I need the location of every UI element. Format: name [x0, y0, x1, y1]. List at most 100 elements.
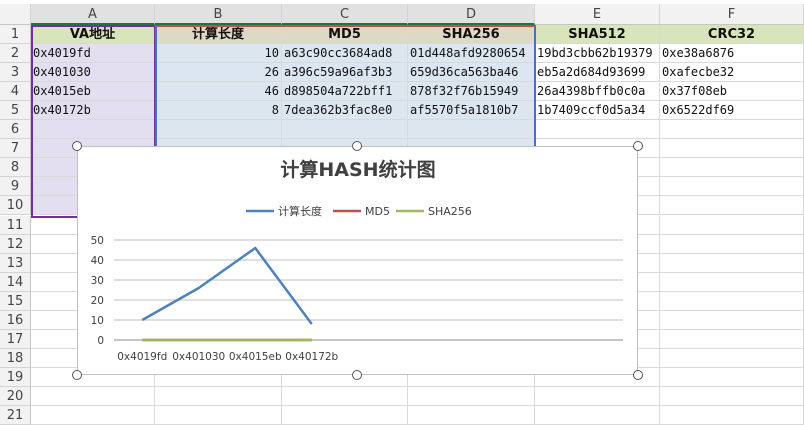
grid-cell[interactable]	[31, 406, 155, 425]
grid-cell[interactable]	[660, 234, 804, 254]
y-tick-label: 40	[91, 255, 104, 267]
row-header[interactable]: 10	[0, 196, 31, 216]
data-cell[interactable]: 10	[155, 44, 282, 64]
data-cell[interactable]: a396c59a96af3b3	[282, 63, 408, 83]
row-header[interactable]: 6	[0, 120, 31, 140]
grid-cell[interactable]	[155, 386, 282, 406]
row-header[interactable]: 21	[0, 406, 31, 425]
chart-resize-handle-tm[interactable]	[352, 141, 362, 151]
grid-cell[interactable]	[31, 386, 155, 406]
data-cell[interactable]: 46	[155, 82, 282, 102]
data-cell[interactable]: 0x4015eb	[31, 82, 155, 102]
data-cell[interactable]: a63c90cc3684ad8	[282, 44, 408, 64]
chart-object[interactable]: 计算HASH统计图 0 10 20 30 40 50 0x4019fd 0x401030 0x4…	[77, 146, 638, 375]
data-cell[interactable]: 0xe38a6876	[660, 44, 804, 64]
column-header-a[interactable]: A	[31, 4, 155, 25]
data-cell[interactable]: 0x40172b	[31, 101, 155, 121]
grid-cell[interactable]	[660, 215, 804, 235]
row-header[interactable]: 15	[0, 291, 31, 311]
grid-cell[interactable]	[535, 120, 660, 140]
grid-cell[interactable]	[660, 291, 804, 311]
data-cell[interactable]: 0xafecbe32	[660, 63, 804, 83]
data-cell[interactable]: 7dea362b3fac8e0	[282, 101, 408, 121]
row-header[interactable]: 5	[0, 101, 31, 121]
row-header[interactable]: 18	[0, 348, 31, 368]
row-header[interactable]: 13	[0, 253, 31, 273]
grid-cell[interactable]	[660, 406, 804, 425]
data-cell[interactable]: 0x4019fd	[31, 44, 155, 64]
header-cell-a[interactable]: VA地址	[31, 25, 155, 45]
data-cell[interactable]: 26a4398bffb0c0a	[535, 82, 660, 102]
row-header[interactable]: 1	[0, 25, 31, 45]
grid-cell[interactable]	[660, 177, 804, 197]
data-cell[interactable]: 1b7409ccf0d5a34	[535, 101, 660, 121]
row-header[interactable]: 19	[0, 367, 31, 387]
data-cell[interactable]: 659d36ca563ba46	[408, 63, 535, 83]
grid-cell[interactable]	[155, 406, 282, 425]
grid-cell[interactable]	[660, 253, 804, 273]
select-all-corner[interactable]	[0, 4, 31, 25]
row-header[interactable]: 17	[0, 329, 31, 349]
data-cell[interactable]: 0x37f08eb	[660, 82, 804, 102]
row-header[interactable]: 3	[0, 63, 31, 83]
grid-cell[interactable]	[660, 329, 804, 349]
x-tick-label: 0x4015eb	[229, 351, 282, 363]
data-cell[interactable]: 878f32f76b15949	[408, 82, 535, 102]
grid-cell[interactable]	[660, 272, 804, 292]
column-header-f[interactable]: F	[660, 4, 804, 25]
grid-cell[interactable]	[31, 120, 155, 140]
data-cell[interactable]: 19bd3cbb62b19379	[535, 44, 660, 64]
header-cell-e[interactable]: SHA512	[535, 25, 660, 45]
column-header-e[interactable]: E	[535, 4, 660, 25]
grid-cell[interactable]	[282, 120, 408, 140]
grid-cell[interactable]	[660, 367, 804, 387]
grid-cell[interactable]	[660, 386, 804, 406]
grid-cell[interactable]	[282, 406, 408, 425]
data-cell[interactable]: af5570f5a1810b7	[408, 101, 535, 121]
grid-cell[interactable]	[155, 120, 282, 140]
data-cell[interactable]: 01d448afd9280654	[408, 44, 535, 64]
row-header[interactable]: 11	[0, 215, 31, 235]
grid-cell[interactable]	[408, 386, 535, 406]
column-header-b[interactable]: B	[155, 4, 282, 25]
data-cell[interactable]: eb5a2d684d93699	[535, 63, 660, 83]
grid-cell[interactable]	[660, 348, 804, 368]
row-header[interactable]: 7	[0, 139, 31, 159]
column-header-d[interactable]: D	[408, 4, 535, 25]
header-cell-b[interactable]: 计算长度	[155, 25, 282, 45]
data-cell[interactable]: 0x6522df69	[660, 101, 804, 121]
column-header-c[interactable]: C	[282, 4, 408, 25]
grid-cell[interactable]	[282, 386, 408, 406]
legend-label-3: SHA256	[428, 205, 472, 218]
row-header[interactable]: 20	[0, 386, 31, 406]
header-cell-f[interactable]: CRC32	[660, 25, 804, 45]
row-header[interactable]: 8	[0, 158, 31, 178]
row-header[interactable]: 4	[0, 82, 31, 102]
data-cell[interactable]: d898504a722bff1	[282, 82, 408, 102]
chart-resize-handle-bl[interactable]	[72, 370, 82, 380]
chart-resize-handle-tr[interactable]	[633, 141, 643, 151]
header-cell-d[interactable]: SHA256	[408, 25, 535, 45]
data-cell[interactable]: 8	[155, 101, 282, 121]
chart-resize-handle-bm[interactable]	[352, 370, 362, 380]
grid-cell[interactable]	[660, 158, 804, 178]
chart-resize-handle-tl[interactable]	[72, 141, 82, 151]
data-cell[interactable]: 26	[155, 63, 282, 83]
row-header[interactable]: 16	[0, 310, 31, 330]
grid-cell[interactable]	[408, 406, 535, 425]
grid-cell[interactable]	[535, 406, 660, 425]
grid-cell[interactable]	[660, 310, 804, 330]
row-header[interactable]: 12	[0, 234, 31, 254]
grid-cell[interactable]	[535, 386, 660, 406]
grid-cell[interactable]	[408, 120, 535, 140]
grid-cell[interactable]	[660, 139, 804, 159]
grid-cell[interactable]	[660, 120, 804, 140]
chart-title: 计算HASH统计图	[280, 158, 435, 181]
row-header[interactable]: 2	[0, 44, 31, 64]
chart-resize-handle-br[interactable]	[633, 370, 643, 380]
header-cell-c[interactable]: MD5	[282, 25, 408, 45]
row-header[interactable]: 9	[0, 177, 31, 197]
row-header[interactable]: 14	[0, 272, 31, 292]
grid-cell[interactable]	[660, 196, 804, 216]
data-cell[interactable]: 0x401030	[31, 63, 155, 83]
